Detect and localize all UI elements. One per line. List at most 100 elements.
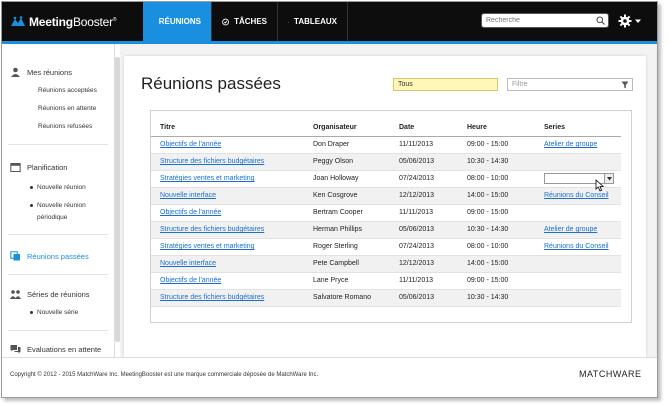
meeting-title-link[interactable]: Stratégies ventes et marketing <box>160 175 255 182</box>
cell-series <box>535 204 621 222</box>
funnel-icon[interactable] <box>621 81 629 89</box>
cell-titre: Objectifs de l'année <box>151 272 304 290</box>
cell-date: 12/12/2013 <box>390 187 458 205</box>
page-scrollbar[interactable] <box>656 50 657 355</box>
chevron-down-icon[interactable] <box>634 17 642 25</box>
nav-tableaux[interactable]: TABLEAUX <box>278 2 348 41</box>
sidebar-section-mes-reunions[interactable]: Mes réunions <box>10 67 72 77</box>
series-link[interactable]: Atelier de groupe <box>544 226 597 233</box>
cell-date: 05/06/2013 <box>390 153 458 171</box>
person-icon <box>11 67 20 77</box>
table-row[interactable]: Objectifs de l'année Don Draper 11/11/20… <box>151 136 621 154</box>
meeting-title-link[interactable]: Objectifs de l'année <box>160 209 221 216</box>
cell-heure: 08:00 - 10:00 <box>458 170 535 188</box>
table-row[interactable]: Stratégies ventes et marketing Joan Holl… <box>151 170 621 188</box>
sidebar-label: Planification <box>27 162 68 172</box>
filter-select[interactable]: Tous <box>393 78 498 91</box>
cell-heure: 14:00 - 15:00 <box>458 187 535 205</box>
cell-date: 12/12/2013 <box>390 255 458 273</box>
cell-heure: 10:30 - 14:30 <box>458 221 535 239</box>
column-header-heure[interactable]: Heure <box>458 119 535 137</box>
sidebar-section-series[interactable]: Séries de réunions <box>10 289 90 299</box>
meeting-title-link[interactable]: Objectifs de l'année <box>160 277 221 284</box>
series-link[interactable]: Réunions du Conseil <box>544 192 609 199</box>
column-header-date[interactable]: Date <box>390 119 458 137</box>
cell-date: 05/06/2013 <box>390 221 458 239</box>
search-icon[interactable] <box>596 16 605 25</box>
search-input[interactable] <box>482 14 590 27</box>
cell-titre: Structure des fichiers budgétaires <box>151 289 304 307</box>
column-header-titre[interactable]: Titre <box>151 119 304 137</box>
meeting-title-link[interactable]: Stratégies ventes et marketing <box>160 243 255 250</box>
cell-date: 07/24/2013 <box>390 238 458 256</box>
sidebar-section-evaluations[interactable]: Evaluations en attente <box>10 344 101 354</box>
sidebar-item-label: Nouvelle série <box>37 309 79 316</box>
meetings-table-box: Titre Organisateur Date Heure Series Obj… <box>150 110 632 323</box>
cell-organisateur: Roger Sterling <box>304 238 390 256</box>
table-row[interactable]: Structure des fichiers budgétaires Peggy… <box>151 153 621 171</box>
chevron-down-icon <box>607 177 612 181</box>
check-circle-icon <box>222 18 229 25</box>
cell-series <box>535 272 621 290</box>
cell-heure: 09:00 - 15:00 <box>458 136 535 154</box>
meeting-title-link[interactable]: Structure des fichiers budgétaires <box>160 294 264 301</box>
table-header-row: Titre Organisateur Date Heure Series <box>151 119 621 137</box>
bullet-icon <box>30 203 33 207</box>
sidebar-item-label: périodique <box>37 214 68 221</box>
table-row[interactable]: Structure des fichiers budgétaires Salva… <box>151 289 621 307</box>
cell-titre: Objectifs de l'année <box>151 204 304 222</box>
cell-date: 11/11/2013 <box>390 272 458 290</box>
divider <box>8 234 108 235</box>
search-box <box>481 13 609 28</box>
table-row[interactable]: Structure des fichiers budgétaires Herma… <box>151 221 621 239</box>
cell-heure: 10:30 - 14:30 <box>458 289 535 307</box>
meeting-title-link[interactable]: Nouvelle interface <box>160 260 216 267</box>
cell-organisateur: Pete Campbell <box>304 255 390 273</box>
meeting-title-link[interactable]: Nouvelle interface <box>160 192 216 199</box>
series-link[interactable]: Réunions du Conseil <box>544 243 609 250</box>
sidebar-section-reunions-passees[interactable]: Réunions passées <box>10 251 89 261</box>
sidebar-item-en-attente[interactable]: Réunions en attente <box>38 105 96 112</box>
cell-titre: Objectifs de l'année <box>151 136 304 154</box>
nav-reunions[interactable]: RÉUNIONS <box>143 2 212 41</box>
matchware-logo: MATCHWARE <box>579 369 642 379</box>
cell-organisateur: Ken Cosgrove <box>304 187 390 205</box>
cell-series <box>535 170 621 188</box>
sidebar-label: Mes réunions <box>27 67 73 77</box>
cell-heure: 14:00 - 15:00 <box>458 255 535 273</box>
table-row[interactable]: Objectifs de l'année Lane Pryce 11/11/20… <box>151 272 621 290</box>
divider <box>8 144 108 145</box>
cell-series: Réunions du Conseil <box>535 187 621 205</box>
meeting-title-link[interactable]: Objectifs de l'année <box>160 141 221 148</box>
cell-date: 11/11/2013 <box>390 136 458 154</box>
app-logo[interactable]: MeetingBooster® <box>10 15 117 29</box>
sidebar-item-nouvelle-serie[interactable]: Nouvelle série <box>30 307 78 319</box>
meeting-title-link[interactable]: Structure des fichiers budgétaires <box>160 158 264 165</box>
sidebar-item-nouvelle-reunion[interactable]: Nouvelle réunion <box>30 182 86 194</box>
filter-placeholder: Filtre <box>512 81 528 88</box>
table-row[interactable]: Nouvelle interface Pete Campbell 12/12/2… <box>151 255 621 273</box>
filter-input[interactable]: Filtre <box>507 78 633 91</box>
mouse-cursor-icon <box>595 179 605 192</box>
cell-titre: Nouvelle interface <box>151 255 304 273</box>
table-row[interactable]: Objectifs de l'année Bertram Cooper 11/1… <box>151 204 621 222</box>
meeting-title-link[interactable]: Structure des fichiers budgétaires <box>160 226 264 233</box>
cell-organisateur: Joan Holloway <box>304 170 390 188</box>
sidebar-item-nouvelle-reunion-periodique[interactable]: Nouvelle réunion périodique <box>30 200 86 224</box>
table-row[interactable]: Stratégies ventes et marketing Roger Ste… <box>151 238 621 256</box>
series-link[interactable]: Atelier de groupe <box>544 141 597 148</box>
sidebar-item-refusees[interactable]: Réunions refusées <box>38 123 92 130</box>
gear-icon[interactable] <box>618 14 632 28</box>
cell-series: Atelier de groupe <box>535 221 621 239</box>
column-header-series[interactable]: Series <box>535 119 621 137</box>
dropdown-button[interactable] <box>604 174 613 183</box>
sidebar-item-acceptees[interactable]: Réunions acceptées <box>38 87 97 94</box>
nav-taches[interactable]: TÂCHES <box>212 2 278 41</box>
cell-organisateur: Don Draper <box>304 136 390 154</box>
sidebar-section-planification[interactable]: Planification <box>10 162 67 172</box>
copyright-text: Copyright © 2012 - 2015 MatchWare Inc. M… <box>10 372 319 378</box>
column-header-organisateur[interactable]: Organisateur <box>304 119 390 137</box>
table-row[interactable]: Nouvelle interface Ken Cosgrove 12/12/20… <box>151 187 621 205</box>
group-icon <box>10 290 21 299</box>
cell-series: Atelier de groupe <box>535 136 621 154</box>
